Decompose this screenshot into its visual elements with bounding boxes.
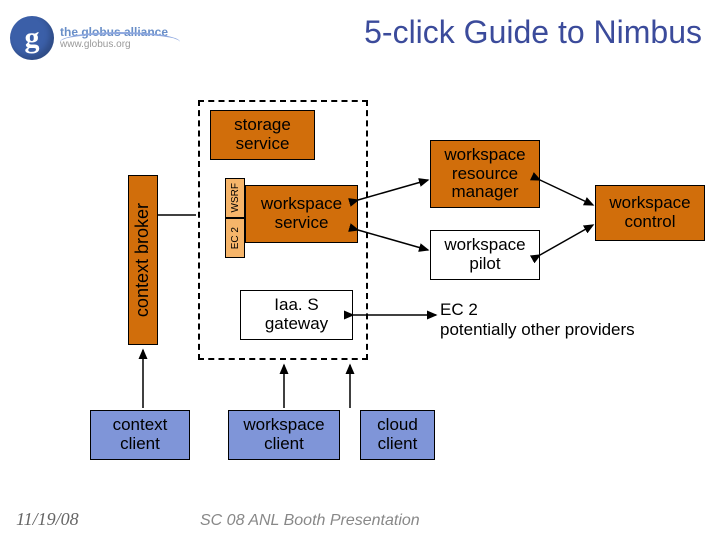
workspace-service-box: workspace service bbox=[245, 185, 358, 243]
ec2-box: EC 2 bbox=[225, 218, 245, 258]
context-broker-label: context broker bbox=[133, 203, 153, 317]
logo-circle: g bbox=[10, 16, 54, 60]
storage-service-box: storage service bbox=[210, 110, 315, 160]
wsrf-box: WSRF bbox=[225, 178, 245, 218]
context-broker-box: context broker bbox=[128, 175, 158, 345]
ec2-note-line1: EC 2 bbox=[440, 300, 635, 320]
workspace-control-box: workspace control bbox=[595, 185, 705, 241]
logo-swoosh-icon bbox=[60, 32, 180, 54]
header: g the globus alliance www.globus.org 5-c… bbox=[0, 0, 720, 80]
workspace-resource-manager-box: workspace resource manager bbox=[430, 140, 540, 208]
footer-date: 11/19/08 bbox=[16, 509, 79, 530]
globus-logo: g the globus alliance www.globus.org bbox=[10, 8, 170, 68]
ec2-note: EC 2 potentially other providers bbox=[440, 300, 635, 341]
page-title: 5-click Guide to Nimbus bbox=[364, 14, 702, 51]
workspace-pilot-box: workspace pilot bbox=[430, 230, 540, 280]
footer-caption: SC 08 ANL Booth Presentation bbox=[200, 512, 420, 530]
iaas-gateway-box: Iaa. S gateway bbox=[240, 290, 353, 340]
diagram-area: storage service WSRF EC 2 workspace serv… bbox=[0, 90, 720, 480]
cloud-client-box: cloud client bbox=[360, 410, 435, 460]
wsrf-label: WSRF bbox=[230, 183, 241, 212]
context-client-box: context client bbox=[90, 410, 190, 460]
workspace-client-box: workspace client bbox=[228, 410, 340, 460]
ec2-note-line2: potentially other providers bbox=[440, 320, 635, 340]
logo-letter: g bbox=[25, 21, 40, 55]
ec2-label: EC 2 bbox=[230, 227, 241, 249]
